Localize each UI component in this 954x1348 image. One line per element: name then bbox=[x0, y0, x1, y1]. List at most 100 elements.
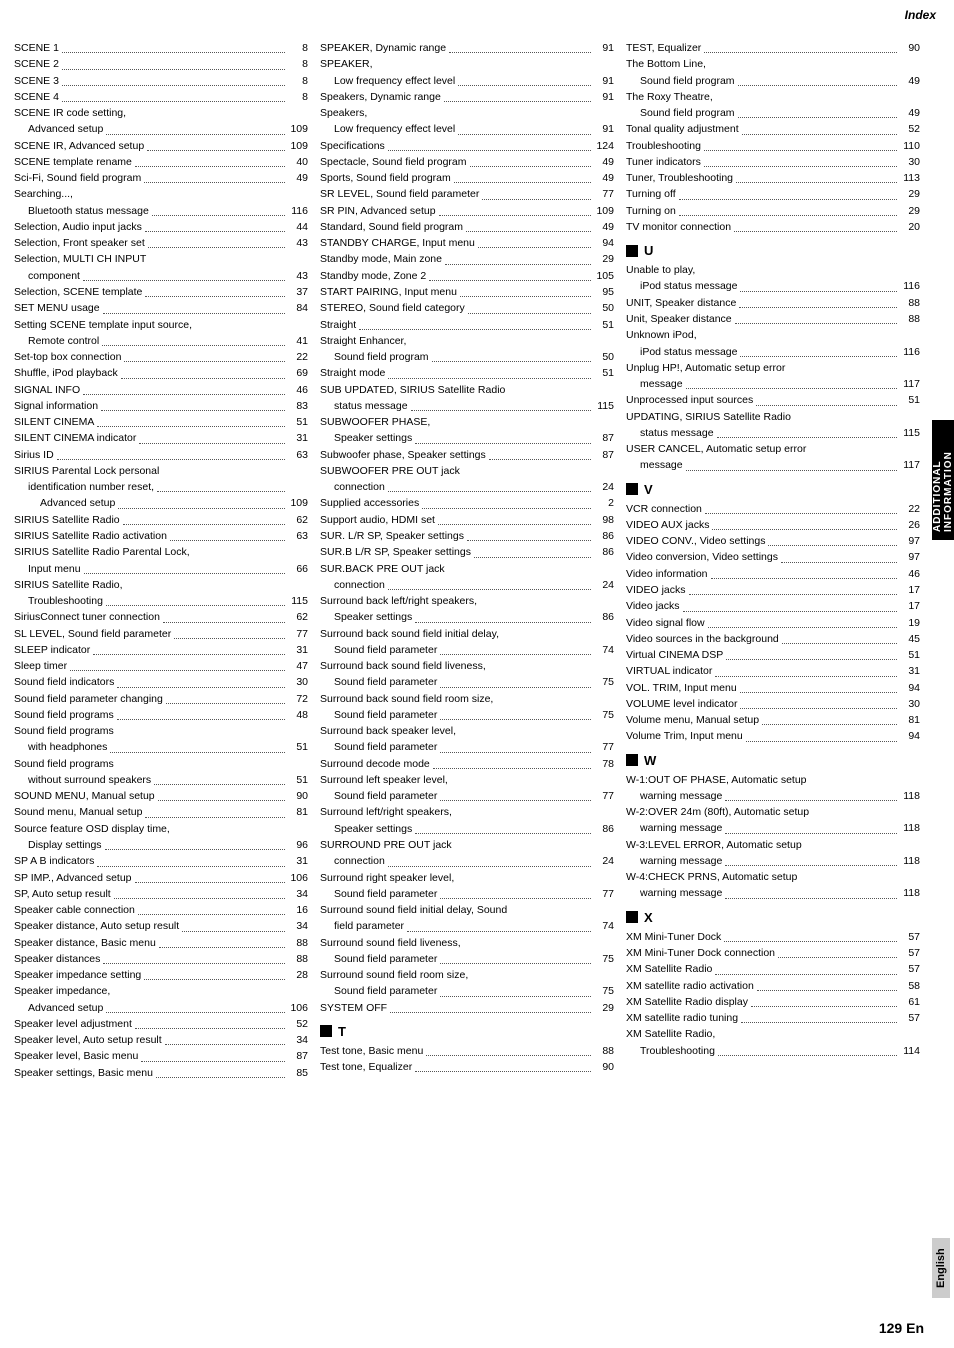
list-item: component43 bbox=[14, 268, 308, 284]
entry-label: Speaker impedance, bbox=[14, 983, 110, 999]
entry-sub-label: Remote control bbox=[14, 333, 99, 349]
entry-page-num: 74 bbox=[594, 642, 614, 658]
entry-page-num: 106 bbox=[288, 870, 308, 886]
entry-label: XM Satellite Radio display bbox=[626, 994, 748, 1010]
list-item: SUBWOOFER PHASE, bbox=[320, 414, 614, 430]
entry-page-num: 57 bbox=[900, 929, 920, 945]
entry-page-num: 91 bbox=[594, 40, 614, 56]
entry-label: Speaker settings, Basic menu bbox=[14, 1065, 153, 1081]
list-item: SUR.BACK PRE OUT jack bbox=[320, 561, 614, 577]
entry-label: Speaker impedance setting bbox=[14, 967, 141, 983]
list-item: Selection, Front speaker set43 bbox=[14, 235, 308, 251]
list-item: W-2:OVER 24m (80ft), Automatic setup bbox=[626, 804, 920, 820]
entry-label: STEREO, Sound field category bbox=[320, 300, 465, 316]
list-item: Straight51 bbox=[320, 317, 614, 333]
entry-label: VIDEO AUX jacks bbox=[626, 517, 709, 533]
list-item: Video information46 bbox=[626, 566, 920, 582]
entry-label: SIRIUS Satellite Radio bbox=[14, 512, 120, 528]
entry-page-num: 118 bbox=[900, 885, 920, 901]
entry-label: Sports, Sound field program bbox=[320, 170, 451, 186]
entry-page-num: 97 bbox=[900, 533, 920, 549]
list-item: USER CANCEL, Automatic setup error bbox=[626, 441, 920, 457]
entry-label: SUBWOOFER PHASE, bbox=[320, 414, 430, 430]
list-item: XM satellite radio tuning57 bbox=[626, 1010, 920, 1026]
entry-sub-label: Advanced setup bbox=[14, 1000, 103, 1016]
entry-page-num: 47 bbox=[288, 658, 308, 674]
entry-page-num: 77 bbox=[594, 739, 614, 755]
entry-sub-label: Sound field parameter bbox=[320, 788, 437, 804]
list-item: SIRIUS Satellite Radio62 bbox=[14, 512, 308, 528]
list-item: SUBWOOFER PRE OUT jack bbox=[320, 463, 614, 479]
entry-label: SCENE 4 bbox=[14, 89, 59, 105]
entry-page-num: 117 bbox=[900, 376, 920, 392]
entry-sub-label: Sound field program bbox=[320, 349, 429, 365]
entry-label: UNIT, Speaker distance bbox=[626, 295, 736, 311]
entry-page-num: 97 bbox=[900, 549, 920, 565]
entry-page-num: 29 bbox=[594, 251, 614, 267]
entry-page-num: 88 bbox=[900, 295, 920, 311]
entry-label: Speaker level adjustment bbox=[14, 1016, 132, 1032]
entry-sub-label: Speaker settings bbox=[320, 609, 412, 625]
list-item: VCR connection22 bbox=[626, 501, 920, 517]
entry-label: Standard, Sound field program bbox=[320, 219, 463, 235]
entry-page-num: 43 bbox=[288, 268, 308, 284]
section-square-icon bbox=[626, 911, 638, 923]
list-item: Video signal flow19 bbox=[626, 615, 920, 631]
entry-label: Sound field programs bbox=[14, 723, 114, 739]
entry-page-num: 30 bbox=[900, 696, 920, 712]
entry-page-num: 118 bbox=[900, 820, 920, 836]
entry-page-num: 117 bbox=[900, 457, 920, 473]
entry-label: W-4:CHECK PRNS, Automatic setup bbox=[626, 869, 797, 885]
entry-sub-label: warning message bbox=[626, 885, 722, 901]
index-header: Index bbox=[905, 8, 936, 22]
page-number: 129 En bbox=[879, 1320, 924, 1336]
list-item: Surround sound field room size, bbox=[320, 967, 614, 983]
list-item: SP, Auto setup result34 bbox=[14, 886, 308, 902]
entry-label: Speaker distance, Basic menu bbox=[14, 935, 156, 951]
entry-page-num: 81 bbox=[900, 712, 920, 728]
section-label: X bbox=[644, 910, 653, 925]
additional-info-tab: ADDITIONAL INFORMATION bbox=[932, 420, 954, 540]
entry-page-num: 43 bbox=[288, 235, 308, 251]
list-item: Tuner indicators30 bbox=[626, 154, 920, 170]
entry-label: Sound menu, Manual setup bbox=[14, 804, 142, 820]
entry-label: SCENE IR code setting, bbox=[14, 105, 126, 121]
list-item: Sound field parameter77 bbox=[320, 886, 614, 902]
list-item: Source feature OSD display time, bbox=[14, 821, 308, 837]
entry-page-num: 24 bbox=[594, 853, 614, 869]
entry-label: W-1:OUT OF PHASE, Automatic setup bbox=[626, 772, 807, 788]
list-item: SOUND MENU, Manual setup90 bbox=[14, 788, 308, 804]
section-header-w: W bbox=[626, 753, 920, 768]
list-item: VIRTUAL indicator31 bbox=[626, 663, 920, 679]
list-item: Speaker level, Auto setup result34 bbox=[14, 1032, 308, 1048]
list-item: SR LEVEL, Sound field parameter77 bbox=[320, 186, 614, 202]
entry-label: Turning on bbox=[626, 203, 676, 219]
entry-page-num: 63 bbox=[288, 447, 308, 463]
entry-label: SiriusConnect tuner connection bbox=[14, 609, 160, 625]
entry-label: Unit, Speaker distance bbox=[626, 311, 732, 327]
list-item: Sound field parameter75 bbox=[320, 707, 614, 723]
entry-label: SLEEP indicator bbox=[14, 642, 90, 658]
entry-page-num: 52 bbox=[288, 1016, 308, 1032]
entry-page-num: 86 bbox=[594, 544, 614, 560]
list-item: Surround back speaker level, bbox=[320, 723, 614, 739]
entry-label: Spectacle, Sound field program bbox=[320, 154, 467, 170]
entry-label: Sound field programs bbox=[14, 707, 114, 723]
entry-page-num: 52 bbox=[900, 121, 920, 137]
list-item: Sleep timer47 bbox=[14, 658, 308, 674]
entry-page-num: 34 bbox=[288, 1032, 308, 1048]
entry-page-num: 77 bbox=[594, 886, 614, 902]
list-item: SP IMP., Advanced setup106 bbox=[14, 870, 308, 886]
list-item: Sound field programs bbox=[14, 723, 308, 739]
entry-page-num: 75 bbox=[594, 983, 614, 999]
entry-label: Unprocessed input sources bbox=[626, 392, 753, 408]
list-item: warning message118 bbox=[626, 820, 920, 836]
section-label: U bbox=[644, 243, 653, 258]
entry-sub-label: message bbox=[626, 376, 683, 392]
entry-label: Searching..., bbox=[14, 186, 73, 202]
entry-label: Video signal flow bbox=[626, 615, 705, 631]
entry-sub-label: Display settings bbox=[14, 837, 102, 853]
entry-label: SCENE 1 bbox=[14, 40, 59, 56]
entry-label: Surround left speaker level, bbox=[320, 772, 448, 788]
entry-sub-label: Input menu bbox=[14, 561, 81, 577]
